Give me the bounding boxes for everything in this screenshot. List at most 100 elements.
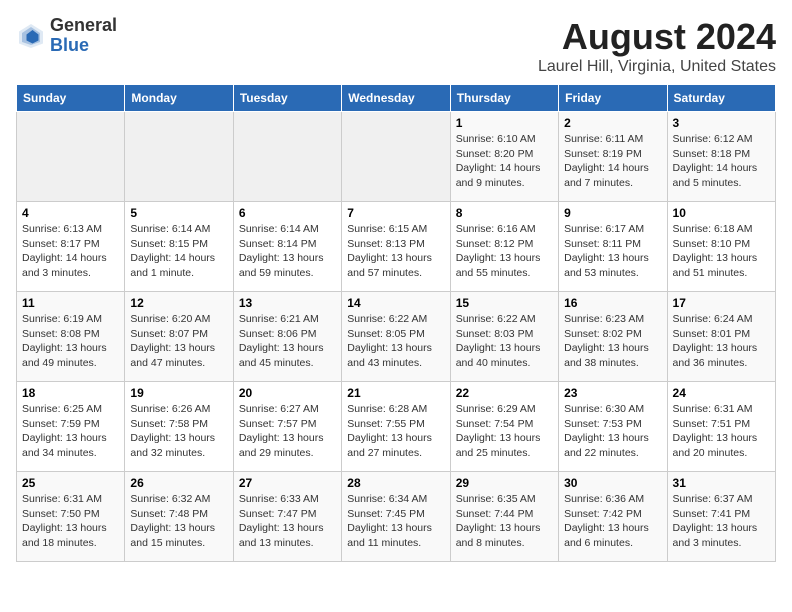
- calendar-cell: 5Sunrise: 6:14 AM Sunset: 8:15 PM Daylig…: [125, 202, 233, 292]
- calendar-week-row: 11Sunrise: 6:19 AM Sunset: 8:08 PM Dayli…: [17, 292, 776, 382]
- day-info: Sunrise: 6:12 AM Sunset: 8:18 PM Dayligh…: [673, 132, 770, 191]
- calendar-cell: 16 Sunrise: 6:23 AM Sunset: 8:02 PM Dayli…: [559, 292, 667, 382]
- calendar-cell: 10Sunrise: 6:18 AM Sunset: 8:10 PM Dayli…: [667, 202, 775, 292]
- day-number: 9: [564, 206, 661, 220]
- day-info: Sunrise: 6:15 AM Sunset: 8:13 PM Dayligh…: [347, 222, 444, 281]
- day-number: 23: [564, 386, 661, 400]
- calendar-cell: 11Sunrise: 6:19 AM Sunset: 8:08 PM Dayli…: [17, 292, 125, 382]
- calendar-cell: 12Sunrise: 6:20 AM Sunset: 8:07 PM Dayli…: [125, 292, 233, 382]
- calendar-cell: 24Sunrise: 6:31 AM Sunset: 7:51 PM Dayli…: [667, 382, 775, 472]
- calendar-cell: 26Sunrise: 6:32 AM Sunset: 7:48 PM Dayli…: [125, 472, 233, 562]
- day-number: 4: [22, 206, 119, 220]
- calendar-cell: 19 Sunrise: 6:26 AM Sunset: 7:58 PM Dayli…: [125, 382, 233, 472]
- calendar-cell: 14Sunrise: 6:22 AM Sunset: 8:05 PM Dayli…: [342, 292, 450, 382]
- day-info: Sunrise: 6:34 AM Sunset: 7:45 PM Dayligh…: [347, 492, 444, 551]
- day-info: Sunrise: 6:31 AM Sunset: 7:51 PM Dayligh…: [673, 402, 770, 461]
- weekday-header: Saturday: [667, 85, 775, 112]
- weekday-header: Friday: [559, 85, 667, 112]
- day-number: 16: [564, 296, 661, 310]
- day-number: 10: [673, 206, 770, 220]
- day-number: 1: [456, 116, 553, 130]
- day-number: 21: [347, 386, 444, 400]
- day-number: 18: [22, 386, 119, 400]
- day-number: 3: [673, 116, 770, 130]
- day-info: Sunrise: 6:10 AM Sunset: 8:20 PM Dayligh…: [456, 132, 553, 191]
- day-number: 20: [239, 386, 336, 400]
- calendar-week-row: 1 Sunrise: 6:10 AM Sunset: 8:20 PM Daylig…: [17, 112, 776, 202]
- day-info: Sunrise: 6:23 AM Sunset: 8:02 PM Dayligh…: [564, 312, 661, 371]
- day-info: Sunrise: 6:26 AM Sunset: 7:58 PM Dayligh…: [130, 402, 227, 461]
- day-number: 13: [239, 296, 336, 310]
- day-number: 5: [130, 206, 227, 220]
- weekday-header: Tuesday: [233, 85, 341, 112]
- calendar-cell: 25Sunrise: 6:31 AM Sunset: 7:50 PM Dayli…: [17, 472, 125, 562]
- calendar-cell: [17, 112, 125, 202]
- page-header: General Blue August 2024 Laurel Hill, Vi…: [16, 16, 776, 76]
- calendar-cell: [125, 112, 233, 202]
- calendar-cell: 2 Sunrise: 6:11 AM Sunset: 8:19 PM Daylig…: [559, 112, 667, 202]
- day-info: Sunrise: 6:24 AM Sunset: 8:01 PM Dayligh…: [673, 312, 770, 371]
- day-number: 8: [456, 206, 553, 220]
- day-number: 19: [130, 386, 227, 400]
- day-number: 28: [347, 476, 444, 490]
- day-info: Sunrise: 6:35 AM Sunset: 7:44 PM Dayligh…: [456, 492, 553, 551]
- day-number: 22: [456, 386, 553, 400]
- calendar-cell: 6Sunrise: 6:14 AM Sunset: 8:14 PM Daylig…: [233, 202, 341, 292]
- month-title: August 2024: [538, 16, 776, 58]
- day-info: Sunrise: 6:28 AM Sunset: 7:55 PM Dayligh…: [347, 402, 444, 461]
- calendar-week-row: 4 Sunrise: 6:13 AM Sunset: 8:17 PM Daylig…: [17, 202, 776, 292]
- day-info: Sunrise: 6:21 AM Sunset: 8:06 PM Dayligh…: [239, 312, 336, 371]
- day-number: 27: [239, 476, 336, 490]
- day-number: 15: [456, 296, 553, 310]
- day-info: Sunrise: 6:32 AM Sunset: 7:48 PM Dayligh…: [130, 492, 227, 551]
- calendar-cell: 17Sunrise: 6:24 AM Sunset: 8:01 PM Dayli…: [667, 292, 775, 382]
- day-number: 6: [239, 206, 336, 220]
- calendar-cell: 28 Sunrise: 6:34 AM Sunset: 7:45 PM Dayli…: [342, 472, 450, 562]
- calendar-cell: 23 Sunrise: 6:30 AM Sunset: 7:53 PM Dayli…: [559, 382, 667, 472]
- calendar-cell: 27Sunrise: 6:33 AM Sunset: 7:47 PM Dayli…: [233, 472, 341, 562]
- calendar-cell: 31 Sunrise: 6:37 AM Sunset: 7:41 PM Dayli…: [667, 472, 775, 562]
- day-info: Sunrise: 6:22 AM Sunset: 8:03 PM Dayligh…: [456, 312, 553, 371]
- weekday-header-row: SundayMondayTuesdayWednesdayThursdayFrid…: [17, 85, 776, 112]
- calendar-cell: 20 Sunrise: 6:27 AM Sunset: 7:57 PM Dayli…: [233, 382, 341, 472]
- calendar-cell: [342, 112, 450, 202]
- day-info: Sunrise: 6:25 AM Sunset: 7:59 PM Dayligh…: [22, 402, 119, 461]
- day-info: Sunrise: 6:36 AM Sunset: 7:42 PM Dayligh…: [564, 492, 661, 551]
- logo-text: General Blue: [50, 16, 117, 56]
- calendar-week-row: 18 Sunrise: 6:25 AM Sunset: 7:59 PM Dayli…: [17, 382, 776, 472]
- day-info: Sunrise: 6:17 AM Sunset: 8:11 PM Dayligh…: [564, 222, 661, 281]
- day-number: 7: [347, 206, 444, 220]
- calendar-cell: 30 Sunrise: 6:36 AM Sunset: 7:42 PM Dayli…: [559, 472, 667, 562]
- title-area: August 2024 Laurel Hill, Virginia, Unite…: [538, 16, 776, 76]
- day-number: 31: [673, 476, 770, 490]
- calendar-cell: 21 Sunrise: 6:28 AM Sunset: 7:55 PM Dayli…: [342, 382, 450, 472]
- day-number: 2: [564, 116, 661, 130]
- day-info: Sunrise: 6:13 AM Sunset: 8:17 PM Dayligh…: [22, 222, 119, 281]
- day-info: Sunrise: 6:29 AM Sunset: 7:54 PM Dayligh…: [456, 402, 553, 461]
- day-info: Sunrise: 6:30 AM Sunset: 7:53 PM Dayligh…: [564, 402, 661, 461]
- weekday-header: Sunday: [17, 85, 125, 112]
- day-info: Sunrise: 6:16 AM Sunset: 8:12 PM Dayligh…: [456, 222, 553, 281]
- day-number: 12: [130, 296, 227, 310]
- day-number: 29: [456, 476, 553, 490]
- day-number: 30: [564, 476, 661, 490]
- calendar-table: SundayMondayTuesdayWednesdayThursdayFrid…: [16, 84, 776, 562]
- calendar-cell: 4 Sunrise: 6:13 AM Sunset: 8:17 PM Daylig…: [17, 202, 125, 292]
- calendar-cell: 1 Sunrise: 6:10 AM Sunset: 8:20 PM Daylig…: [450, 112, 558, 202]
- calendar-cell: [233, 112, 341, 202]
- day-info: Sunrise: 6:27 AM Sunset: 7:57 PM Dayligh…: [239, 402, 336, 461]
- day-number: 25: [22, 476, 119, 490]
- calendar-cell: 29 Sunrise: 6:35 AM Sunset: 7:44 PM Dayli…: [450, 472, 558, 562]
- calendar-cell: 3 Sunrise: 6:12 AM Sunset: 8:18 PM Daylig…: [667, 112, 775, 202]
- day-info: Sunrise: 6:19 AM Sunset: 8:08 PM Dayligh…: [22, 312, 119, 371]
- calendar-cell: 9 Sunrise: 6:17 AM Sunset: 8:11 PM Daylig…: [559, 202, 667, 292]
- calendar-cell: 7 Sunrise: 6:15 AM Sunset: 8:13 PM Daylig…: [342, 202, 450, 292]
- logo-icon: [16, 21, 46, 51]
- location-title: Laurel Hill, Virginia, United States: [538, 58, 776, 76]
- calendar-cell: 15 Sunrise: 6:22 AM Sunset: 8:03 PM Dayli…: [450, 292, 558, 382]
- calendar-cell: 8 Sunrise: 6:16 AM Sunset: 8:12 PM Daylig…: [450, 202, 558, 292]
- day-info: Sunrise: 6:37 AM Sunset: 7:41 PM Dayligh…: [673, 492, 770, 551]
- weekday-header: Monday: [125, 85, 233, 112]
- calendar-cell: 18 Sunrise: 6:25 AM Sunset: 7:59 PM Dayli…: [17, 382, 125, 472]
- day-info: Sunrise: 6:11 AM Sunset: 8:19 PM Dayligh…: [564, 132, 661, 191]
